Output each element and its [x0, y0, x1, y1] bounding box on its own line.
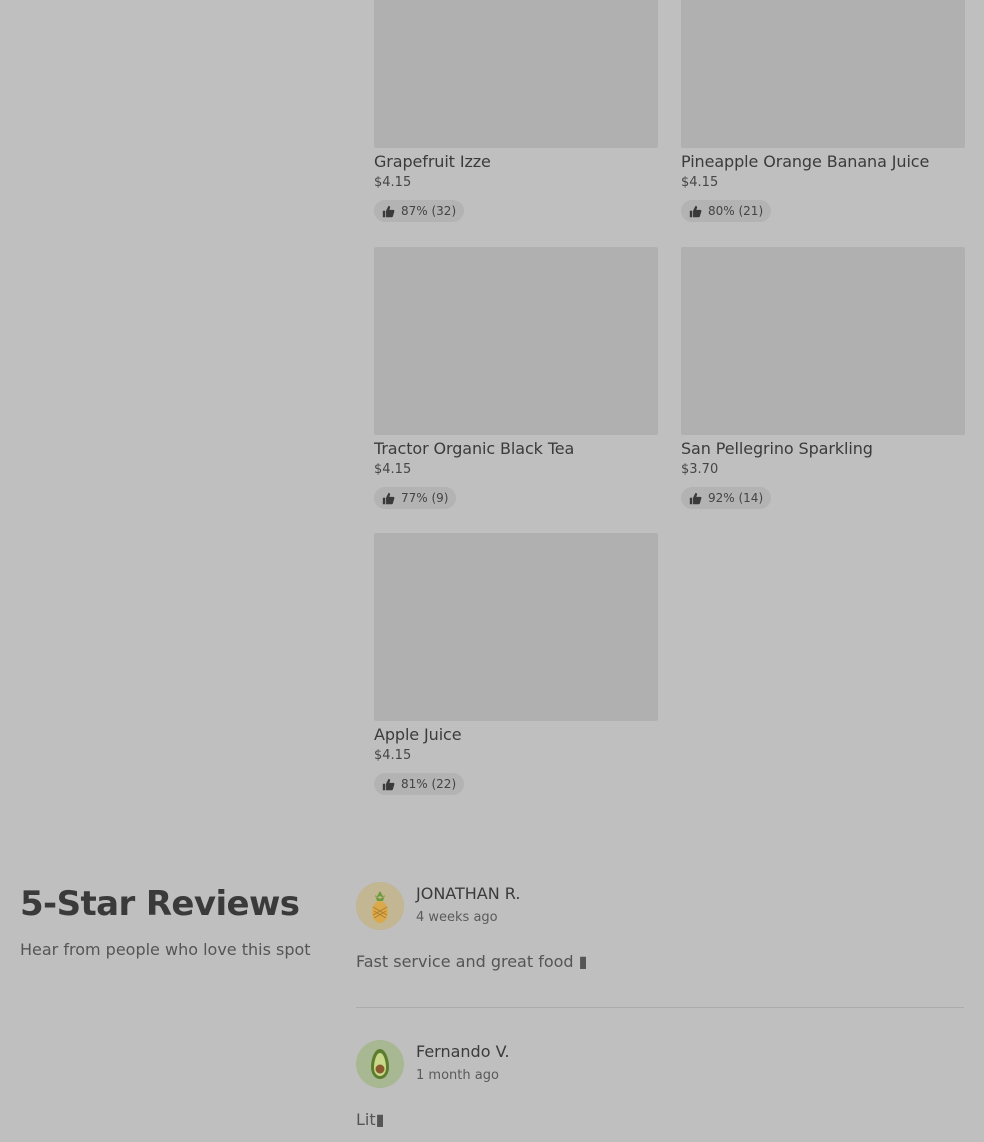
menu-item-card[interactable]: Grapefruit Izze $4.15 87% (32) — [374, 0, 658, 222]
review-author: JONATHAN R. — [416, 884, 521, 903]
menu-item-name: Apple Juice — [374, 725, 462, 744]
thumbs-up-icon — [689, 492, 702, 504]
review-item: Fernando V. 1 month ago Lit▮ — [356, 1040, 964, 1140]
avatar — [356, 1040, 404, 1088]
rating-badge: 92% (14) — [681, 487, 772, 509]
rating-text: 80% (21) — [708, 204, 764, 218]
rating-text: 92% (14) — [708, 491, 764, 505]
rating-badge: 87% (32) — [374, 200, 465, 222]
reviews-section-subtitle: Hear from people who love this spot — [20, 940, 311, 959]
menu-item-image[interactable] — [374, 247, 658, 435]
menu-item-image[interactable] — [374, 533, 658, 721]
review-item: JONATHAN R. 4 weeks ago Fast service and… — [356, 882, 964, 982]
menu-item-card[interactable]: Pineapple Orange Banana Juice $4.15 80% … — [681, 0, 965, 222]
thumbs-up-icon — [382, 205, 395, 217]
review-time: 1 month ago — [416, 1068, 499, 1083]
reviews-section-title: 5-Star Reviews — [20, 884, 300, 924]
menu-item-name: Grapefruit Izze — [374, 152, 491, 171]
rating-text: 87% (32) — [401, 204, 457, 218]
review-text: Lit▮ — [356, 1110, 385, 1129]
menu-item-card[interactable]: San Pellegrino Sparkling $3.70 92% (14) — [681, 247, 965, 509]
rating-badge: 77% (9) — [374, 487, 457, 509]
menu-item-name: Tractor Organic Black Tea — [374, 439, 575, 458]
rating-text: 77% (9) — [401, 491, 449, 505]
menu-item-name: Pineapple Orange Banana Juice — [681, 152, 930, 171]
menu-item-image[interactable] — [681, 0, 965, 148]
menu-item-image[interactable] — [681, 247, 965, 435]
avocado-icon — [356, 1040, 404, 1088]
thumbs-up-icon — [382, 778, 395, 790]
rating-text: 81% (22) — [401, 777, 457, 791]
menu-item-price: $4.15 — [374, 462, 412, 477]
thumbs-up-icon — [689, 205, 702, 217]
menu-item-card[interactable]: Apple Juice $4.15 81% (22) — [374, 533, 658, 795]
rating-badge: 81% (22) — [374, 773, 465, 795]
menu-item-price: $4.15 — [374, 748, 412, 763]
review-author: Fernando V. — [416, 1042, 510, 1061]
pineapple-icon — [356, 882, 404, 930]
review-text: Fast service and great food ▮ — [356, 952, 588, 971]
menu-item-price: $4.15 — [681, 175, 719, 190]
review-time: 4 weeks ago — [416, 910, 498, 925]
menu-item-image[interactable] — [374, 0, 658, 148]
rating-badge: 80% (21) — [681, 200, 772, 222]
review-divider — [356, 1007, 964, 1008]
menu-item-price: $3.70 — [681, 462, 719, 477]
menu-item-price: $4.15 — [374, 175, 412, 190]
thumbs-up-icon — [382, 492, 395, 504]
menu-item-card[interactable]: Tractor Organic Black Tea $4.15 77% (9) — [374, 247, 658, 509]
menu-item-name: San Pellegrino Sparkling — [681, 439, 873, 458]
avatar — [356, 882, 404, 930]
